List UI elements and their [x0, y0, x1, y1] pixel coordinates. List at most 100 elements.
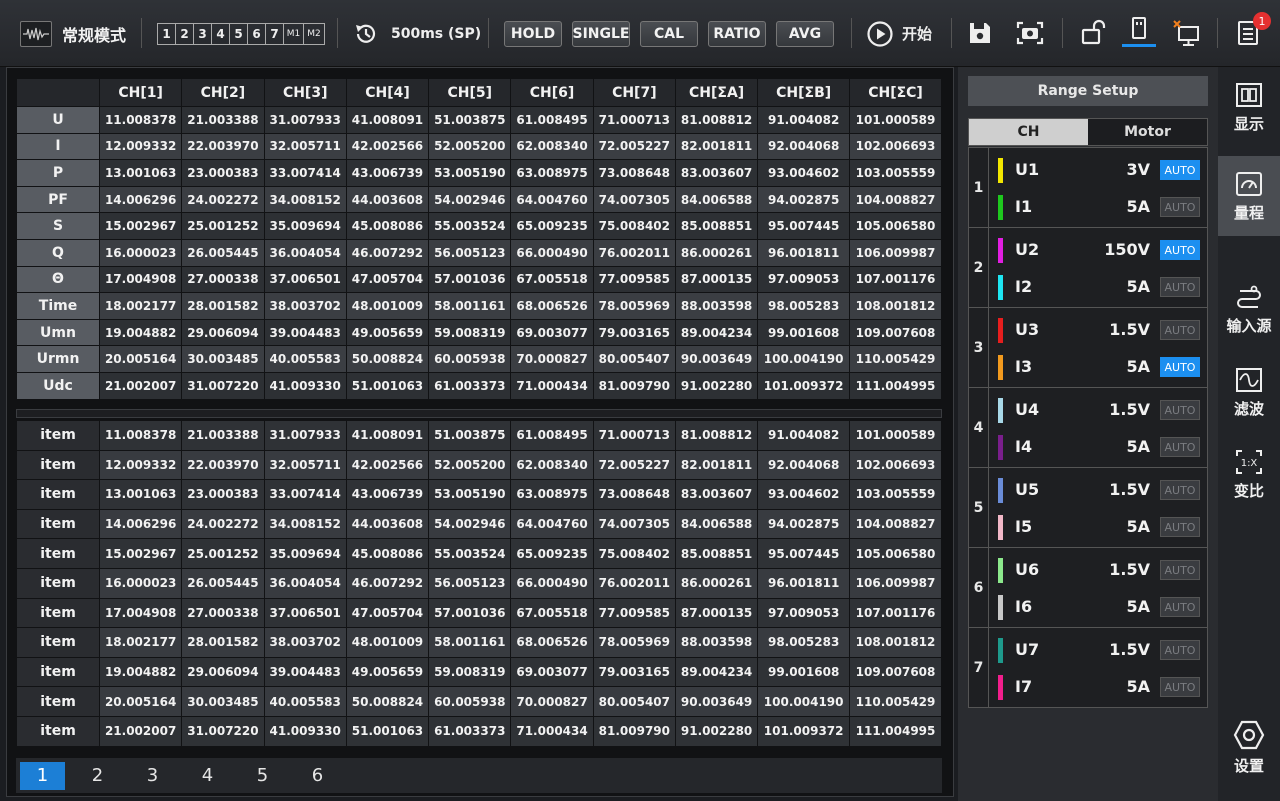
range-row[interactable]: U3 1.5V AUTO	[989, 311, 1208, 348]
hold-button[interactable]: HOLD	[504, 21, 562, 47]
range-row[interactable]: U5 1.5V AUTO	[989, 471, 1208, 508]
save-icon[interactable]	[961, 14, 999, 52]
range-row[interactable]: U7 1.5V AUTO	[989, 631, 1208, 668]
page-button[interactable]: 1	[20, 761, 65, 790]
range-value[interactable]: 1.5V	[1109, 400, 1150, 419]
channel-toggle[interactable]: 6	[248, 23, 266, 44]
tab-ch[interactable]: CH	[969, 119, 1088, 145]
item-label[interactable]: item	[17, 568, 99, 598]
item-label[interactable]: item	[17, 450, 99, 480]
range-value[interactable]: 3V	[1126, 160, 1150, 179]
range-row[interactable]: I1 5A AUTO	[989, 188, 1208, 225]
page-button[interactable]: 5	[240, 762, 285, 790]
range-row[interactable]: U1 3V AUTO	[989, 151, 1208, 188]
range-value[interactable]: 1.5V	[1109, 480, 1150, 499]
auto-toggle[interactable]: AUTO	[1160, 357, 1200, 377]
update-rate-selector[interactable]: 500ms (SP)	[353, 0, 481, 67]
range-value[interactable]: 1.5V	[1109, 640, 1150, 659]
item-label[interactable]: item	[17, 480, 99, 509]
auto-toggle[interactable]: AUTO	[1160, 277, 1200, 297]
range-value[interactable]: 5A	[1126, 437, 1150, 456]
nav-item-display[interactable]: 显示	[1218, 67, 1280, 147]
item-label[interactable]: item	[17, 657, 99, 687]
row-label[interactable]: I	[17, 133, 99, 160]
page-button[interactable]: 2	[75, 762, 120, 790]
unlock-icon[interactable]	[1074, 14, 1112, 52]
screenshot-icon[interactable]	[1011, 14, 1049, 52]
tab-motor[interactable]: Motor	[1088, 119, 1207, 145]
nav-item-range[interactable]: 量程	[1218, 156, 1280, 236]
row-label[interactable]: Umn	[17, 319, 99, 346]
ratio-button[interactable]: RATIO	[708, 21, 766, 47]
auto-toggle[interactable]: AUTO	[1160, 640, 1200, 660]
channel-selector[interactable]: 1 2 3 4 5 6 7 M1 M2	[157, 0, 325, 67]
avg-button[interactable]: AVG	[776, 21, 834, 47]
channel-toggle[interactable]: 2	[176, 23, 194, 44]
auto-toggle[interactable]: AUTO	[1160, 240, 1200, 260]
auto-toggle[interactable]: AUTO	[1160, 197, 1200, 217]
channel-toggle[interactable]: 7	[266, 23, 284, 44]
channel-toggle[interactable]: 3	[194, 23, 212, 44]
auto-toggle[interactable]: AUTO	[1160, 400, 1200, 420]
range-value[interactable]: 5A	[1126, 277, 1150, 296]
nav-item-filter[interactable]: 滤波	[1218, 352, 1280, 432]
range-row[interactable]: U2 150V AUTO	[989, 231, 1208, 268]
channel-toggle[interactable]: M2	[304, 24, 324, 44]
auto-toggle[interactable]: AUTO	[1160, 677, 1200, 697]
range-value[interactable]: 5A	[1126, 357, 1150, 376]
row-label[interactable]: Time	[17, 293, 99, 319]
row-label[interactable]: Q	[17, 239, 99, 266]
item-label[interactable]: item	[17, 628, 99, 657]
nav-item-ratio[interactable]: 1:X 变比	[1218, 434, 1280, 514]
range-row[interactable]: I4 5A AUTO	[989, 428, 1208, 465]
row-label[interactable]: Urmn	[17, 346, 99, 372]
mode-selector[interactable]: 常规模式	[20, 0, 126, 67]
page-button[interactable]: 3	[130, 762, 175, 790]
range-row[interactable]: I6 5A AUTO	[989, 588, 1208, 625]
network-disconnected-icon[interactable]	[1168, 14, 1206, 52]
usb-drive-icon[interactable]	[1120, 14, 1158, 52]
range-row[interactable]: I5 5A AUTO	[989, 508, 1208, 545]
row-label[interactable]: PF	[17, 186, 99, 213]
item-label[interactable]: item	[17, 421, 99, 450]
auto-toggle[interactable]: AUTO	[1160, 437, 1200, 457]
range-row[interactable]: I2 5A AUTO	[989, 268, 1208, 305]
channel-toggle[interactable]: 4	[212, 23, 230, 44]
channel-toggle[interactable]: M1	[284, 23, 304, 44]
range-value[interactable]: 1.5V	[1109, 560, 1150, 579]
range-value[interactable]: 1.5V	[1109, 320, 1150, 339]
start-button[interactable]: 开始	[866, 0, 932, 67]
row-label[interactable]: P	[17, 160, 99, 186]
page-button[interactable]: 6	[295, 762, 340, 790]
range-value[interactable]: 5A	[1126, 597, 1150, 616]
row-label[interactable]: Udc	[17, 372, 99, 399]
item-label[interactable]: item	[17, 539, 99, 568]
range-row[interactable]: I7 5A AUTO	[989, 668, 1208, 705]
range-value[interactable]: 150V	[1104, 240, 1150, 259]
auto-toggle[interactable]: AUTO	[1160, 160, 1200, 180]
range-row[interactable]: U4 1.5V AUTO	[989, 391, 1208, 428]
auto-toggle[interactable]: AUTO	[1160, 560, 1200, 580]
auto-toggle[interactable]: AUTO	[1160, 517, 1200, 537]
single-button[interactable]: SINGLE	[572, 21, 630, 47]
row-label[interactable]: S	[17, 213, 99, 239]
range-value[interactable]: 5A	[1126, 677, 1150, 696]
range-row[interactable]: I3 5A AUTO	[989, 348, 1208, 385]
row-label[interactable]: U	[17, 107, 99, 133]
item-label[interactable]: item	[17, 687, 99, 716]
range-value[interactable]: 5A	[1126, 197, 1150, 216]
nav-item-input-source[interactable]: 输入源	[1218, 269, 1280, 349]
range-row[interactable]: U6 1.5V AUTO	[989, 551, 1208, 588]
auto-toggle[interactable]: AUTO	[1160, 320, 1200, 340]
nav-item-settings[interactable]: 设置	[1218, 707, 1280, 787]
page-button[interactable]: 4	[185, 762, 230, 790]
auto-toggle[interactable]: AUTO	[1160, 597, 1200, 617]
row-label[interactable]: Θ	[17, 266, 99, 293]
auto-toggle[interactable]: AUTO	[1160, 480, 1200, 500]
item-label[interactable]: item	[17, 716, 99, 746]
cal-button[interactable]: CAL	[640, 21, 698, 47]
item-label[interactable]: item	[17, 509, 99, 539]
item-label[interactable]: item	[17, 598, 99, 628]
channel-toggle[interactable]: 5	[230, 23, 248, 44]
channel-toggle[interactable]: 1	[158, 23, 176, 44]
